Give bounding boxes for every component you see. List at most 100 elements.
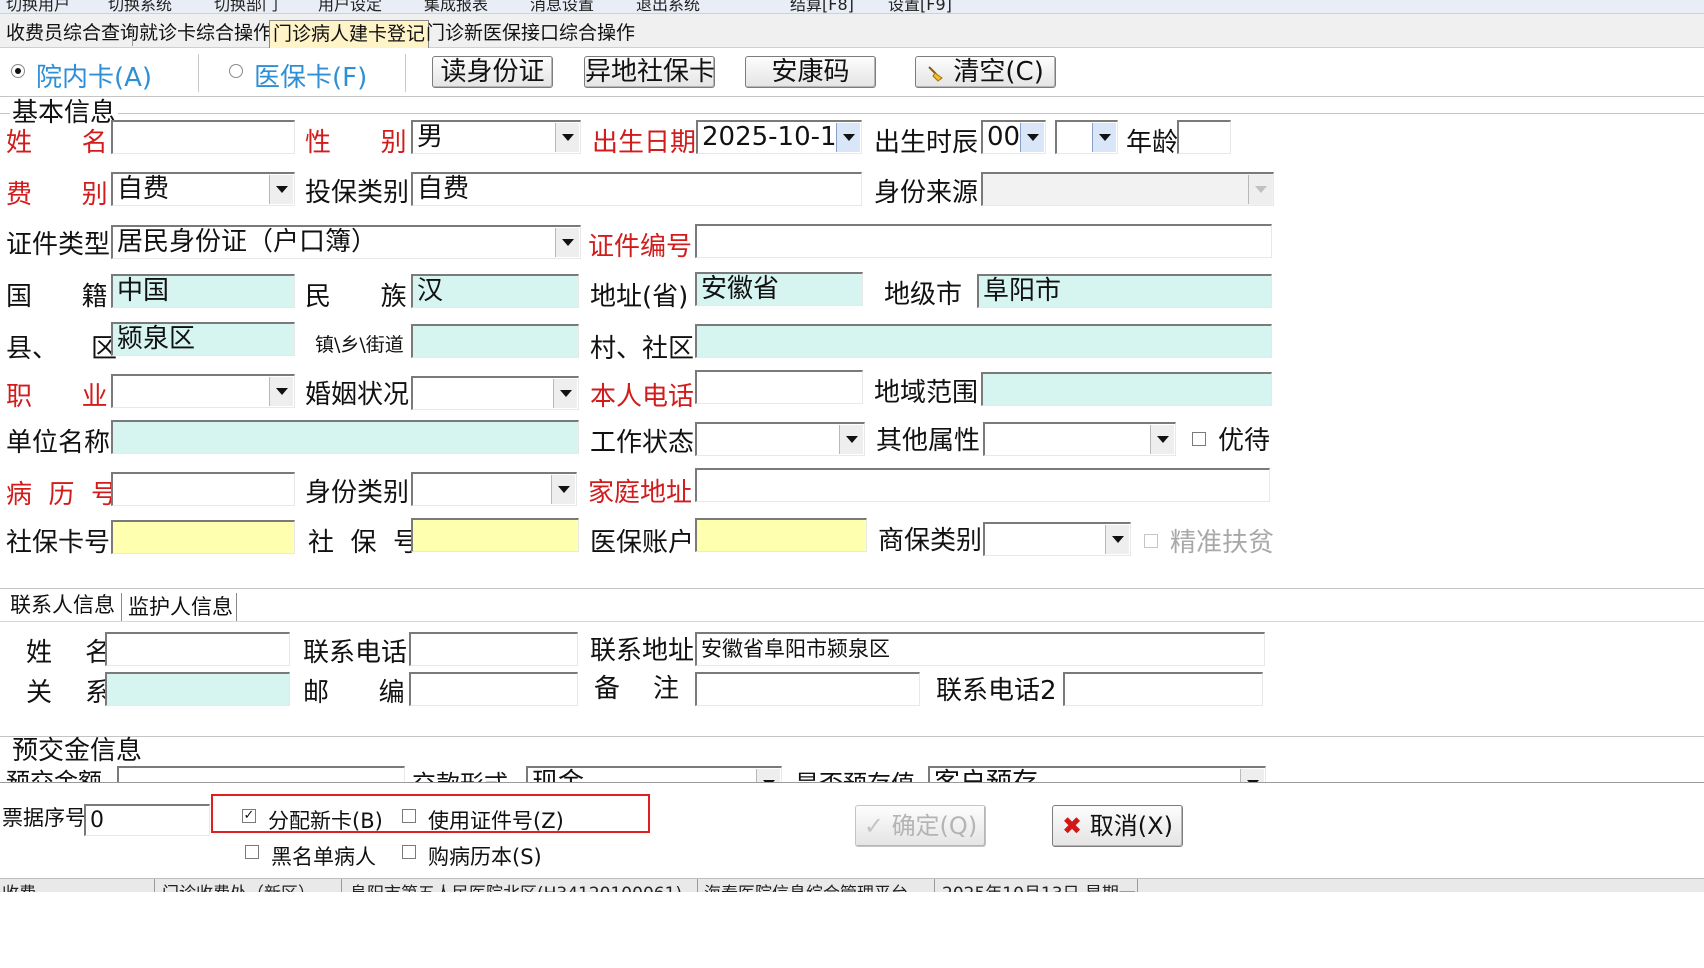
- clear-button[interactable]: 清空(C): [915, 56, 1056, 88]
- gender-select[interactable]: 男: [411, 120, 581, 154]
- use-cert-no-checkbox[interactable]: [402, 809, 416, 823]
- prestore-select[interactable]: 客户预存: [928, 766, 1266, 782]
- menu-item-user-settings[interactable]: 用户设定: [318, 0, 382, 13]
- chevron-down-icon[interactable]: [836, 123, 860, 152]
- medical-account-input[interactable]: [695, 518, 867, 552]
- chevron-down-icon[interactable]: [555, 123, 579, 152]
- commercial-select[interactable]: [983, 522, 1131, 556]
- id-category-select[interactable]: [411, 472, 577, 506]
- cert-no-label: 证件编号: [588, 232, 693, 262]
- radio-inhouse-card[interactable]: [11, 64, 25, 78]
- chevron-down-icon[interactable]: [1020, 123, 1044, 152]
- menu-item-settings[interactable]: 设置[F9]: [888, 0, 952, 13]
- menu-item-switch-user[interactable]: 切换用户: [6, 0, 70, 13]
- radio-insurance-card[interactable]: [229, 64, 243, 78]
- assign-new-card-label[interactable]: 分配新卡(B): [268, 805, 383, 835]
- remote-social-card-button[interactable]: 异地社保卡: [584, 56, 715, 88]
- buy-record-checkbox[interactable]: [402, 845, 416, 859]
- job-select[interactable]: [111, 374, 295, 408]
- contact-phone2-input[interactable]: [1063, 672, 1263, 706]
- chevron-down-icon[interactable]: [839, 425, 863, 454]
- blacklist-checkbox[interactable]: [245, 845, 259, 859]
- birth-hour-select[interactable]: 00: [981, 120, 1046, 154]
- birth-minute-select[interactable]: [1055, 120, 1118, 154]
- marriage-select[interactable]: [411, 376, 579, 410]
- name-input[interactable]: [111, 120, 295, 154]
- receipt-no-input[interactable]: 0: [84, 804, 210, 836]
- ethnic-input[interactable]: 汉: [411, 274, 579, 308]
- birth-date-picker[interactable]: 2025-10-13: [696, 120, 862, 154]
- chevron-down-icon[interactable]: [551, 475, 575, 504]
- contact-address-input[interactable]: 安徽省阜阳市颍泉区: [695, 632, 1265, 666]
- cancel-button[interactable]: ✖ 取消(X): [1052, 805, 1183, 847]
- chevron-down-icon[interactable]: [1240, 769, 1264, 782]
- region-input[interactable]: [981, 372, 1272, 406]
- nationality-input[interactable]: 中国: [111, 274, 295, 308]
- insure-type-input[interactable]: 自费: [411, 172, 862, 206]
- social-no-input[interactable]: [411, 518, 579, 552]
- relation-input[interactable]: [105, 672, 290, 706]
- menu-item-message-settings[interactable]: 消息设置: [530, 0, 594, 13]
- divider: [198, 54, 199, 92]
- tab-card-operations[interactable]: 就诊卡综合操作: [136, 20, 275, 48]
- social-card-input[interactable]: [111, 520, 295, 554]
- confirm-button[interactable]: ✓ 确定(Q): [855, 805, 986, 847]
- postcode-input[interactable]: [409, 672, 578, 706]
- chevron-down-icon[interactable]: [1248, 175, 1272, 204]
- contact-phone-input[interactable]: [409, 632, 578, 666]
- read-id-card-button[interactable]: 读身份证: [432, 56, 553, 88]
- menu-item-switch-system[interactable]: 切换系统: [108, 0, 172, 13]
- record-no-label: 病 历 号: [6, 480, 118, 510]
- town-input[interactable]: [411, 324, 579, 358]
- phone-input[interactable]: [695, 370, 863, 404]
- tab-guardian-info[interactable]: 监护人信息: [128, 597, 233, 618]
- assign-new-card-checkbox[interactable]: ✓: [242, 809, 256, 823]
- prestore-value: 客户预存: [934, 768, 1038, 782]
- home-address-input[interactable]: [695, 468, 1270, 502]
- id-source-select[interactable]: [981, 172, 1274, 206]
- chevron-down-icon[interactable]: [1150, 425, 1174, 454]
- chevron-down-icon[interactable]: [269, 377, 293, 406]
- tab-new-insurance-interface[interactable]: 门诊新医保接口综合操作: [423, 20, 638, 48]
- other-attr-select[interactable]: [983, 422, 1176, 456]
- chevron-down-icon[interactable]: [269, 175, 293, 204]
- tab-cashier-query[interactable]: 收费员综合查询: [3, 20, 142, 48]
- chevron-down-icon[interactable]: [555, 228, 579, 257]
- fee-type-select[interactable]: 自费: [111, 172, 295, 206]
- chevron-down-icon[interactable]: [1105, 525, 1129, 554]
- preferential-checkbox[interactable]: [1192, 432, 1206, 446]
- menu-item-reports[interactable]: 集成报表: [424, 0, 488, 13]
- deposit-amount-input[interactable]: [117, 766, 405, 782]
- record-no-input[interactable]: [111, 472, 295, 506]
- village-input[interactable]: [695, 324, 1272, 358]
- buy-record-label[interactable]: 购病历本(S): [428, 841, 542, 871]
- chevron-down-icon[interactable]: [1092, 123, 1116, 152]
- pay-mode-select[interactable]: 现金: [526, 766, 782, 782]
- employer-input[interactable]: [111, 420, 579, 454]
- cert-no-input[interactable]: [695, 224, 1272, 258]
- chevron-down-icon[interactable]: [756, 769, 780, 782]
- remark-input[interactable]: [695, 672, 920, 706]
- city-input[interactable]: 阜阳市: [977, 274, 1272, 308]
- menu-item-settle[interactable]: 结算[F8]: [790, 0, 854, 13]
- poverty-checkbox[interactable]: [1144, 534, 1158, 548]
- province-input[interactable]: 安徽省: [695, 272, 863, 306]
- radio-insurance-card-label[interactable]: 医保卡(F): [254, 57, 367, 94]
- cert-type-select[interactable]: 居民身份证（户口簿）: [111, 225, 581, 259]
- id-category-label: 身份类别: [305, 478, 410, 508]
- menu-item-switch-dept[interactable]: 切换部门: [214, 0, 278, 13]
- work-status-select[interactable]: [695, 422, 865, 456]
- radio-inhouse-card-label[interactable]: 院内卡(A): [36, 57, 152, 94]
- contact-name-input[interactable]: [105, 632, 290, 666]
- home-address-label: 家庭地址: [588, 478, 693, 508]
- health-code-button[interactable]: 安康码: [745, 56, 876, 88]
- tab-contact-info[interactable]: 联系人信息: [10, 595, 115, 616]
- blacklist-label[interactable]: 黑名单病人: [271, 841, 376, 871]
- gender-label: 性 别: [305, 128, 407, 158]
- use-cert-no-label[interactable]: 使用证件号(Z): [428, 805, 564, 835]
- age-input[interactable]: [1177, 120, 1231, 154]
- chevron-down-icon[interactable]: [553, 379, 577, 408]
- tab-outpatient-card-registration[interactable]: 门诊病人建卡登记: [269, 20, 430, 48]
- menu-item-exit[interactable]: 退出系统: [636, 0, 700, 13]
- county-input[interactable]: 颍泉区: [111, 322, 295, 356]
